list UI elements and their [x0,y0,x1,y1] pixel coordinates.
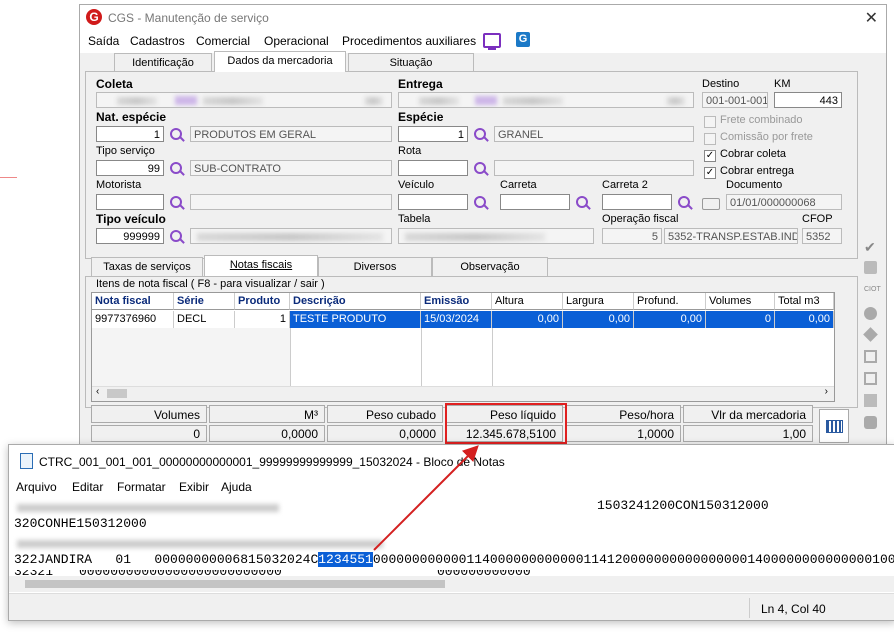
arrow-line [373,445,479,551]
subtab-notas-fiscais[interactable]: Notas fiscais [204,255,318,276]
tab-dados-da-mercadoria[interactable]: Dados da mercadoria [214,51,346,72]
annotation-arrow [373,445,479,551]
